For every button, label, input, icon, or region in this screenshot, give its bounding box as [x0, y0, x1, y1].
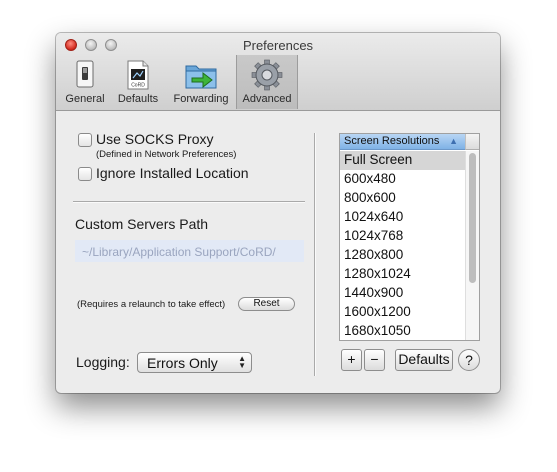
preferences-window: Preferences General CoRD Defaults Forwar…	[56, 33, 500, 393]
socks-proxy-label: Use SOCKS Proxy	[96, 131, 214, 147]
document-icon-text: CoRD	[131, 83, 145, 89]
add-resolution-button[interactable]: +	[341, 349, 362, 371]
popup-arrows-icon: ▲ ▼	[238, 354, 246, 370]
table-row[interactable]: 1440x900	[340, 284, 465, 303]
logging-popup-value: Errors Only	[147, 355, 218, 371]
horizontal-divider	[73, 201, 305, 202]
toolbar-item-forwarding[interactable]: Forwarding	[169, 55, 233, 109]
relaunch-note: (Requires a relaunch to take effect)	[77, 299, 226, 310]
toolbar-label-general: General	[65, 93, 105, 105]
table-header-corner	[465, 134, 479, 150]
table-row[interactable]: 800x600	[340, 189, 465, 208]
socks-proxy-checkbox[interactable]	[78, 133, 92, 147]
reset-button[interactable]: Reset	[238, 297, 295, 311]
logging-popup[interactable]: Errors Only ▲ ▼	[137, 352, 252, 373]
table-row[interactable]: 1024x640	[340, 208, 465, 227]
window-title: Preferences	[242, 38, 314, 53]
document-icon: CoRD	[127, 60, 149, 90]
switch-icon	[76, 60, 94, 88]
table-rows: Full Screen 600x480 800x600 1024x640 102…	[340, 151, 465, 340]
vertical-divider	[314, 133, 315, 376]
logging-label: Logging:	[76, 354, 130, 370]
custom-servers-path-field[interactable]: ~/Library/Application Support/CoRD/	[75, 240, 304, 262]
custom-servers-path-title: Custom Servers Path	[75, 216, 209, 232]
table-scrollbar[interactable]	[465, 151, 479, 340]
advanced-pane: Use SOCKS Proxy (Defined in Network Pref…	[56, 112, 500, 393]
toolbar-label-advanced: Advanced	[242, 93, 292, 105]
table-row[interactable]: Full Screen	[340, 151, 465, 170]
defaults-button[interactable]: Defaults	[395, 349, 453, 371]
toolbar-label-defaults: Defaults	[117, 93, 159, 105]
table-row[interactable]: 1280x800	[340, 246, 465, 265]
table-header-label: Screen Resolutions	[344, 135, 440, 147]
titlebar: Preferences General CoRD Defaults Forwar…	[56, 33, 500, 111]
toolbar-item-advanced[interactable]: Advanced	[236, 55, 298, 109]
toolbar-item-general[interactable]: General	[62, 55, 108, 109]
help-button[interactable]: ?	[458, 349, 480, 371]
screen-resolutions-table[interactable]: Screen Resolutions ▲ Full Screen 600x480…	[339, 133, 480, 341]
table-row[interactable]: 1600x1200	[340, 303, 465, 322]
sort-ascending-icon: ▲	[449, 136, 458, 146]
table-row[interactable]: 600x480	[340, 170, 465, 189]
toolbar-item-defaults[interactable]: CoRD Defaults	[113, 55, 163, 109]
toolbar-label-forwarding: Forwarding	[173, 93, 229, 105]
folder-arrow-icon	[185, 65, 217, 89]
table-row[interactable]: 1024x768	[340, 227, 465, 246]
table-row[interactable]: 1280x1024	[340, 265, 465, 284]
gear-icon	[251, 59, 283, 91]
remove-resolution-button[interactable]: −	[364, 349, 385, 371]
socks-proxy-note: (Defined in Network Preferences)	[96, 149, 237, 160]
table-header-screen-resolutions[interactable]: Screen Resolutions ▲	[340, 134, 465, 150]
scroll-thumb[interactable]	[469, 153, 476, 283]
table-row[interactable]: 1680x1050	[340, 322, 465, 340]
ignore-installed-location-checkbox[interactable]	[78, 167, 92, 181]
ignore-installed-location-label: Ignore Installed Location	[96, 165, 249, 181]
